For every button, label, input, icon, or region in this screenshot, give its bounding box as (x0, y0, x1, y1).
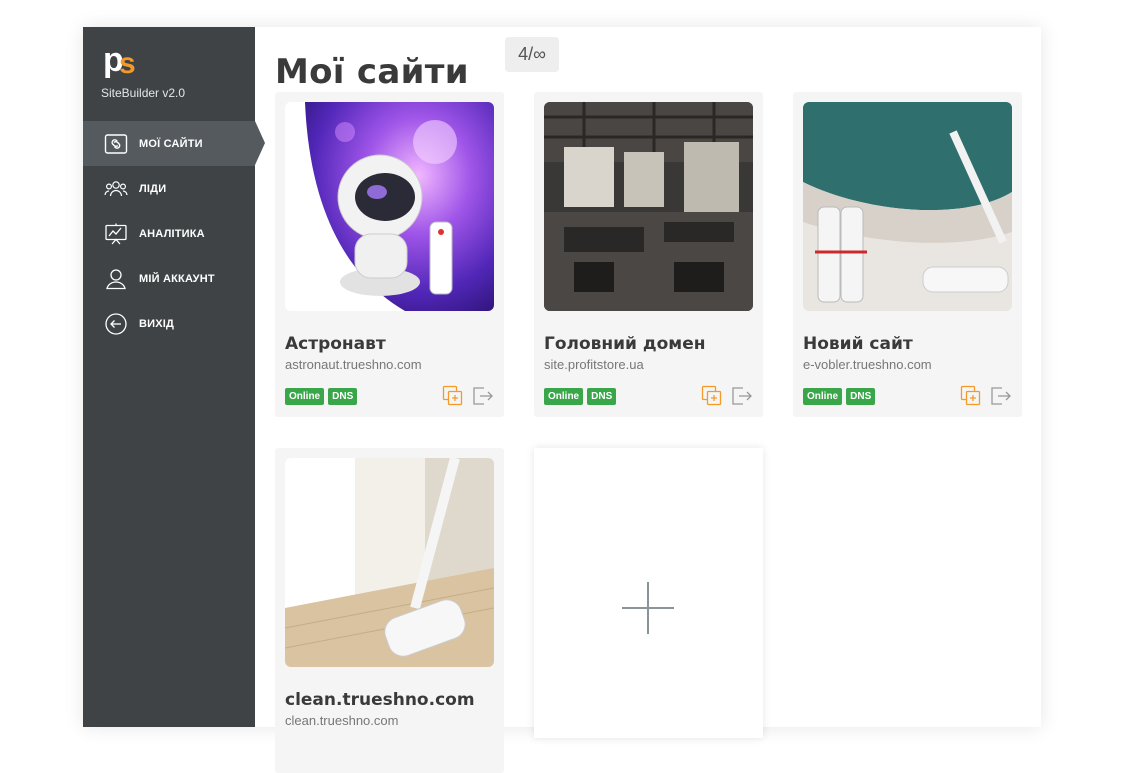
online-badge: Online (285, 388, 325, 405)
logo-s: s (119, 47, 136, 80)
site-thumbnail[interactable] (803, 102, 1012, 311)
sidebar-item-label: АНАЛІТИКА (139, 227, 205, 240)
site-card[interactable]: Новий сайт e-vobler.trueshno.com Online … (793, 92, 1022, 417)
card-actions (442, 385, 494, 407)
add-site-button[interactable] (534, 448, 763, 738)
brand-name: SiteBuilder v2.0 (101, 86, 186, 100)
sidebar: p s SiteBuilder v2.0 МОЇ САЙТИ ЛІДИ АНАЛ… (83, 27, 265, 727)
site-name: Головний домен (544, 334, 706, 354)
duplicate-icon[interactable] (442, 385, 464, 407)
site-thumbnail[interactable] (285, 102, 494, 311)
sidebar-item-account[interactable]: МІЙ АККАУНТ (83, 256, 255, 301)
sidebar-item-analytics[interactable]: АНАЛІТИКА (83, 211, 255, 256)
app-window: p s SiteBuilder v2.0 МОЇ САЙТИ ЛІДИ АНАЛ… (83, 27, 1041, 773)
duplicate-icon[interactable] (960, 385, 982, 407)
sidebar-item-label: МІЙ АККАУНТ (139, 272, 215, 285)
open-site-icon[interactable] (731, 385, 753, 407)
online-badge: Online (544, 388, 584, 405)
page-title: Мої сайти (275, 51, 469, 92)
site-domain[interactable]: site.profitstore.ua (544, 357, 644, 372)
sites-icon (103, 131, 129, 157)
open-site-icon[interactable] (472, 385, 494, 407)
sidebar-nav: МОЇ САЙТИ ЛІДИ АНАЛІТИКА МІЙ АККАУНТ ВИХ… (83, 121, 265, 346)
card-actions (960, 385, 1012, 407)
dns-badge: DNS (846, 388, 876, 405)
site-card[interactable]: Астронавт astronaut.trueshno.com Online … (275, 92, 504, 417)
sidebar-item-label: ЛІДИ (139, 182, 167, 195)
sidebar-item-my-sites[interactable]: МОЇ САЙТИ (83, 121, 265, 166)
logo: p s (103, 43, 143, 81)
sidebar-item-logout[interactable]: ВИХІД (83, 301, 255, 346)
status-badges: Online DNS (803, 388, 876, 405)
dns-badge: DNS (587, 388, 617, 405)
analytics-icon (103, 221, 129, 247)
account-icon (103, 266, 129, 292)
site-thumbnail[interactable] (285, 458, 494, 667)
site-name: Астронавт (285, 334, 386, 354)
status-badges: Online DNS (285, 388, 358, 405)
site-domain[interactable]: clean.trueshno.com (285, 713, 398, 728)
sidebar-item-leads[interactable]: ЛІДИ (83, 166, 255, 211)
site-thumbnail[interactable] (544, 102, 753, 311)
site-card[interactable]: Головний домен site.profitstore.ua Onlin… (534, 92, 763, 417)
dns-badge: DNS (328, 388, 358, 405)
site-card[interactable]: clean.trueshno.com clean.trueshno.com (275, 448, 504, 773)
open-site-icon[interactable] (990, 385, 1012, 407)
site-name: clean.trueshno.com (285, 690, 475, 710)
site-domain[interactable]: astronaut.trueshno.com (285, 357, 422, 372)
leads-icon (103, 176, 129, 202)
sidebar-item-label: ВИХІД (139, 317, 175, 330)
card-actions (701, 385, 753, 407)
sites-counter: 4/∞ (505, 37, 559, 72)
logout-icon (103, 311, 129, 337)
duplicate-icon[interactable] (701, 385, 723, 407)
sidebar-item-label: МОЇ САЙТИ (139, 137, 203, 150)
plus-icon (622, 582, 674, 634)
site-name: Новий сайт (803, 334, 913, 354)
site-domain[interactable]: e-vobler.trueshno.com (803, 357, 932, 372)
online-badge: Online (803, 388, 843, 405)
status-badges: Online DNS (544, 388, 617, 405)
